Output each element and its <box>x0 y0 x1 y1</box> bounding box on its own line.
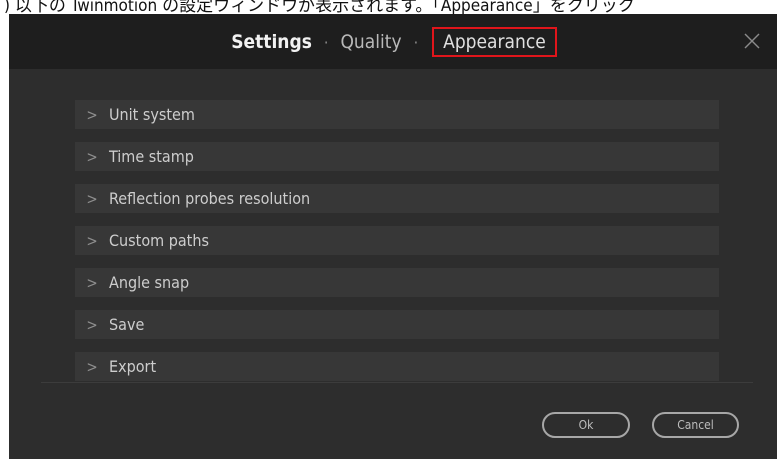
chevron-right-icon: > <box>86 315 98 334</box>
section-custom-paths[interactable]: > Custom paths <box>75 226 719 255</box>
tab-appearance[interactable]: Appearance <box>432 27 557 57</box>
section-save[interactable]: > Save <box>75 310 719 339</box>
section-label: Custom paths <box>109 231 209 250</box>
chevron-right-icon: > <box>86 147 98 166</box>
section-label: Unit system <box>109 105 195 124</box>
tab-separator: · <box>413 32 419 52</box>
chevron-right-icon: > <box>86 231 98 250</box>
section-label: Angle snap <box>109 273 190 292</box>
section-label: Time stamp <box>109 147 194 166</box>
cancel-button[interactable]: Cancel <box>652 412 739 438</box>
section-label: Reflection probes resolution <box>109 189 311 208</box>
section-unit-system[interactable]: > Unit system <box>75 100 719 129</box>
tab-bar: Settings · Quality · Appearance <box>9 26 777 58</box>
section-reflection-probes-resolution[interactable]: > Reflection probes resolution <box>75 184 719 213</box>
instruction-caption: ) 以下の Twinmotion の設定ウィンドウが表示されます。「Appear… <box>4 0 635 14</box>
dialog-header: Settings · Quality · Appearance <box>9 14 777 69</box>
chevron-right-icon: > <box>86 105 98 124</box>
chevron-right-icon: > <box>86 189 98 208</box>
section-export[interactable]: > Export <box>75 352 719 381</box>
tab-quality[interactable]: Quality <box>338 31 403 53</box>
ok-button[interactable]: Ok <box>542 412 630 438</box>
settings-section-list: > Unit system > Time stamp > Reflection … <box>75 100 719 394</box>
chevron-right-icon: > <box>86 357 98 376</box>
close-icon[interactable] <box>743 32 761 50</box>
section-angle-snap[interactable]: > Angle snap <box>75 268 719 297</box>
section-time-stamp[interactable]: > Time stamp <box>75 142 719 171</box>
chevron-right-icon: > <box>86 273 98 292</box>
section-label: Export <box>109 357 157 376</box>
tab-settings[interactable]: Settings <box>229 31 314 53</box>
settings-dialog: Settings · Quality · Appearance > Unit s… <box>9 14 777 459</box>
tab-separator: · <box>323 32 329 52</box>
footer-divider <box>41 382 753 383</box>
section-label: Save <box>109 315 145 334</box>
